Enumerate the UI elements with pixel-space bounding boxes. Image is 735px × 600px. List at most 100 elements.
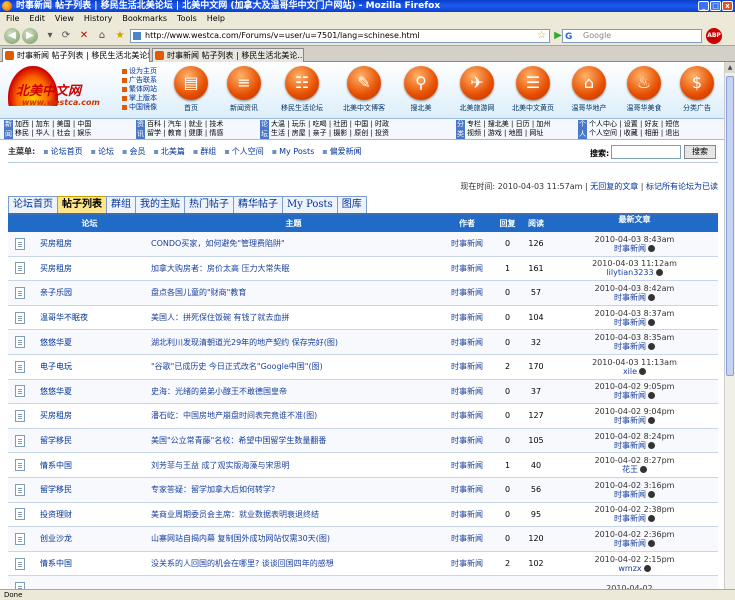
nav-home[interactable]: ▤ 首页 [166,66,216,113]
category-links[interactable]: 个人空间 | 收藏 | 相册 | 退出 [589,129,679,138]
goto-latest-icon[interactable] [639,367,647,375]
quick-link[interactable]: 广告联系 [129,76,157,85]
row-forum[interactable]: 留学移民 [32,435,147,446]
category-links[interactable]: 加西 | 加东 | 美国 | 中国 [15,120,91,129]
row-topic[interactable]: 盘点各国儿童的"财商"教育 [147,287,440,298]
row-topic[interactable]: CONDO买家，如何避免"管理费陷阱" [147,238,440,249]
category-links[interactable]: 生活 | 房屋 | 亲子 | 摄影 | 原创 | 投资 [271,129,389,138]
bookmark-star-icon[interactable]: ★ [114,30,126,42]
menu-file[interactable]: File [6,12,19,26]
goto-latest-icon[interactable] [655,269,663,277]
nav-food[interactable]: ♨ 温哥华美食 [619,66,669,113]
category-links[interactable]: 百科 | 汽车 | 就业 | 技术 [147,120,223,129]
row-topic[interactable]: "谷歌"已成历史 今日正式改名"Google中国"(图) [147,361,440,372]
forum-search-input[interactable] [611,145,681,159]
tab-my-posts[interactable]: My Posts [282,196,338,213]
row-topic[interactable]: 没关系的人回国的机会在哪里? 谈谈回国四年的感想 [147,558,440,569]
row-author[interactable]: 时事新闻 [440,312,494,323]
row-topic[interactable]: 美国人：拼死保住饭碗 有钱了就去血拼 [147,312,440,323]
nav-yellowpage[interactable]: ☰ 北美中文黄页 [508,66,558,113]
nav-news[interactable]: ≡ 新闻资讯 [219,66,269,113]
quick-link[interactable]: 繁体网站 [129,85,157,94]
row-latest-user[interactable]: xile [623,367,637,376]
nav-realestate[interactable]: ⌂ 温哥华地产 [564,66,614,113]
category-links[interactable]: 移民 | 华人 | 社会 | 娱乐 [15,129,91,138]
goto-latest-icon[interactable] [648,293,655,301]
quick-link[interactable]: 设为主页 [129,67,157,76]
menu-favorite-news[interactable]: 偏爱新闻 [322,144,362,160]
star-icon[interactable]: ☆ [537,30,546,42]
category-links[interactable]: 大温 | 玩乐 | 吃喝 | 社团 | 中国 | 时政 [271,120,389,129]
menu-edit[interactable]: Edit [29,12,45,26]
row-topic[interactable]: 潘石屹：中国房地产崩盘时间表完竟谁不准(图) [147,410,440,421]
menu-north-america[interactable]: 北美篇 [153,144,185,160]
url-bar[interactable]: http://www.westca.com/Forums/v=user/u=75… [130,29,550,43]
close-button[interactable]: x [722,1,733,11]
forum-search-button[interactable]: 搜索 [684,145,716,159]
dropdown-arrow-icon[interactable]: ▾ [44,30,56,42]
row-latest-user[interactable]: 时事新闻 [614,293,646,302]
browser-tab-1[interactable]: 时事新闻 帖子列表 | 移民生活北美论坛 | 北美中文网 (加... [2,48,150,62]
row-author[interactable]: 时事新闻 [440,337,494,348]
nav-classified[interactable]: $ 分类广告 [672,66,722,113]
goto-latest-icon[interactable] [640,466,647,474]
tab-hot-posts[interactable]: 热门帖子 [184,196,234,213]
maximize-button[interactable]: □ [710,1,721,11]
row-author[interactable]: 时事新闻 [440,558,494,569]
tab-gallery[interactable]: 图库 [336,196,367,213]
goto-latest-icon[interactable] [648,515,655,523]
mark-read-link[interactable]: 标记所有论坛为已读 [646,182,718,191]
tab-featured[interactable]: 精华帖子 [233,196,283,213]
goto-latest-icon[interactable] [648,392,655,400]
menu-members[interactable]: 会员 [122,144,145,160]
goto-latest-icon[interactable] [648,490,655,498]
nav-travel[interactable]: ✈ 北美旅游网 [452,66,502,113]
unanswered-link[interactable]: 无回复的文章 [590,182,638,191]
row-author[interactable]: 时事新闻 [440,484,494,495]
stop-icon[interactable]: ✕ [78,30,90,42]
menu-history[interactable]: History [84,12,112,26]
row-author[interactable]: 时事新闻 [440,435,494,446]
goto-latest-icon[interactable] [643,564,651,572]
row-latest-user[interactable]: 时事新闻 [614,539,646,548]
back-button[interactable]: ◀ [4,28,20,44]
reload-icon[interactable]: ⟳ [60,30,72,42]
category-links[interactable]: 专栏 | 搜北美 | 日历 | 加州 [467,120,550,129]
row-topic[interactable]: 湖北利川发现清朝道光29年的地产契约 保存完好(图) [147,337,440,348]
row-latest-user[interactable]: 时事新闻 [614,416,646,425]
row-forum[interactable]: 情系中国 [32,460,147,471]
row-forum[interactable]: 亲子乐园 [32,287,147,298]
goto-latest-icon[interactable] [648,318,655,326]
row-forum[interactable]: 悠悠华夏 [32,386,147,397]
row-latest-user[interactable]: 时事新闻 [614,342,646,351]
menu-my-posts[interactable]: My Posts [272,144,314,160]
row-topic[interactable]: 史海：光绪的弟弟小醇王不敢德国皇帝 [147,386,440,397]
row-topic[interactable]: 刘芳菲与王益 成了观实版海藻与宋思明 [147,460,440,471]
row-latest-user[interactable]: 时事新闻 [614,391,646,400]
row-topic[interactable]: 专家答疑：留学加拿大后如何转学? [147,484,440,495]
row-topic[interactable]: 美国"公立常青藤"名校：希望中国留学生数量翻番 [147,435,440,446]
menu-help[interactable]: Help [207,12,225,26]
menu-groups[interactable]: 群组 [193,144,216,160]
tab-my-topics[interactable]: 我的主贴 [135,196,185,213]
nav-blog[interactable]: ✎ 北美中文博客 [339,66,389,113]
row-topic[interactable]: 加拿大购房者：房价太高 压力大常失眠 [147,263,440,274]
row-latest-user[interactable]: 时事新闻 [614,244,646,253]
nav-forum[interactable]: ☷ 移民生活论坛 [277,66,327,113]
goto-latest-icon[interactable] [648,539,655,547]
tab-groups[interactable]: 群组 [106,196,136,213]
row-author[interactable]: 时事新闻 [440,287,494,298]
row-author[interactable]: 时事新闻 [440,509,494,520]
row-forum[interactable]: 买房租房 [32,263,147,274]
site-logo[interactable]: 北美中文网 www.westca.com [8,66,123,114]
goto-latest-icon[interactable] [648,441,655,449]
row-latest-user[interactable]: 花王 [622,465,638,474]
minimize-button[interactable]: _ [698,1,709,11]
row-topic[interactable]: 美商业周期委员会主席：就业数据表明衰退终结 [147,509,440,520]
row-forum[interactable]: 投资理财 [32,509,147,520]
forward-button[interactable]: ▶ [22,28,38,44]
row-latest-user[interactable]: 时事新闻 [614,514,646,523]
row-latest-user[interactable]: lilytian3233 [606,268,653,277]
tab-post-list[interactable]: 帖子列表 [57,196,107,213]
row-topic[interactable]: 山寨网站自揭内幕 复制国外成功网站仅需30天(图) [147,533,440,544]
